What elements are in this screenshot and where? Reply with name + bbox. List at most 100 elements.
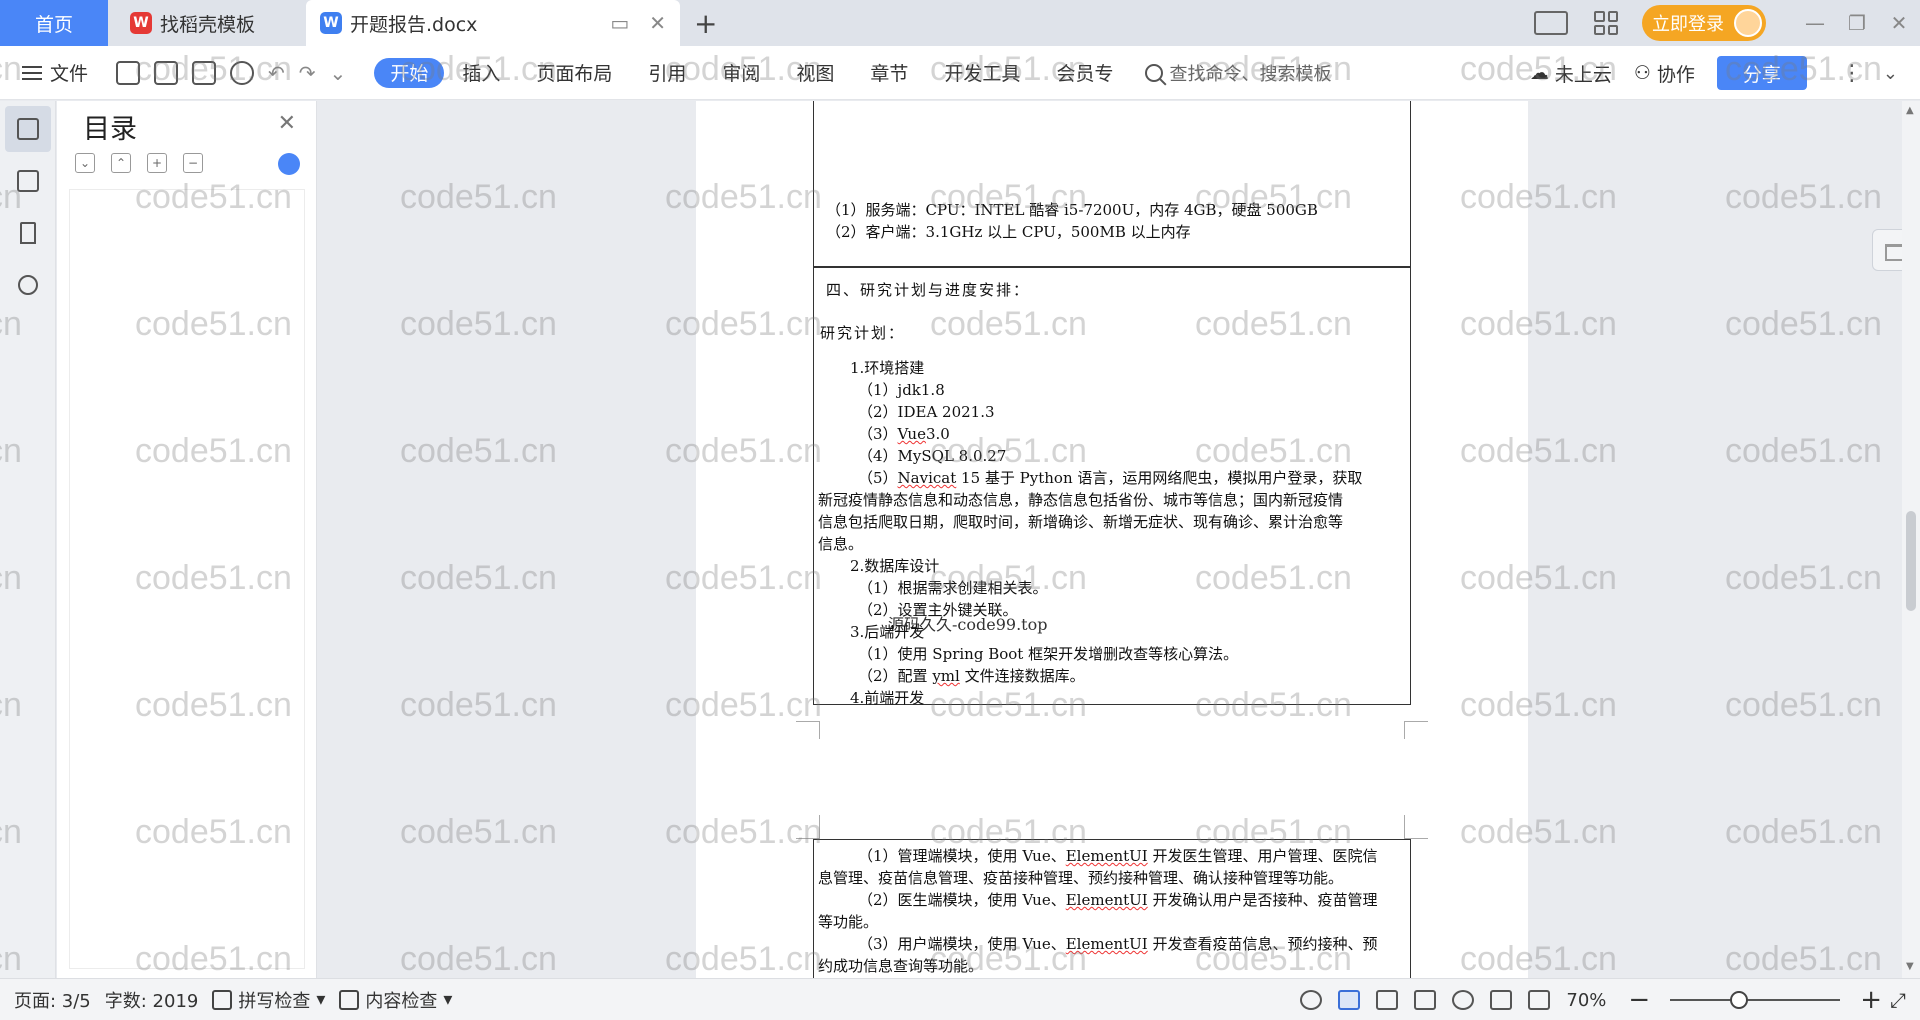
- zoom-out-icon[interactable]: −: [1628, 985, 1650, 1015]
- left-rail: [0, 101, 56, 978]
- tab-view[interactable]: 视图: [778, 58, 852, 88]
- doc-line: （1）jdk1.8: [858, 381, 945, 399]
- content-check-button[interactable]: 内容检查 ▾: [339, 987, 452, 1013]
- outline-icon: [17, 118, 39, 140]
- toc-tools: ⌄ ⌃ + −: [75, 153, 203, 173]
- eye-protect-icon[interactable]: [1300, 990, 1323, 1010]
- outline-view-icon[interactable]: [1376, 990, 1399, 1010]
- search-icon: [18, 275, 38, 295]
- print-preview-icon[interactable]: [230, 60, 255, 85]
- tab-developer[interactable]: 开发工具: [926, 58, 1038, 88]
- spell-check-button[interactable]: 拼写检查 ▾: [212, 987, 325, 1013]
- floating-panel-icon[interactable]: [1872, 229, 1902, 271]
- chevron-down-icon[interactable]: ⌄: [1883, 63, 1898, 84]
- tab-home[interactable]: 首页: [0, 0, 108, 46]
- search-rail-button[interactable]: [5, 262, 51, 308]
- zoom-in-icon[interactable]: +: [1860, 985, 1882, 1015]
- toc-panel: 目录 ✕ ⌄ ⌃ + −: [57, 101, 317, 978]
- toc-list: [69, 189, 305, 969]
- doc-line: 1.环境搭建: [850, 359, 925, 377]
- cloud-icon: ☁: [1529, 62, 1549, 84]
- zoom-slider-knob[interactable]: [1730, 991, 1749, 1009]
- content-check-icon: [339, 989, 360, 1010]
- close-window-icon[interactable]: ✕: [1878, 11, 1920, 35]
- new-tab-button[interactable]: +: [694, 7, 717, 40]
- add-icon[interactable]: +: [147, 153, 167, 173]
- section-heading: 四、研究计划与进度安排：: [826, 281, 1031, 299]
- fit-page-icon[interactable]: [1528, 990, 1551, 1010]
- title-tab-bar: 首页 W 找稻壳模板 W 开题报告.docx ▭ ✕ + 立即登录 — ❐ ✕: [0, 0, 1920, 46]
- login-button[interactable]: 立即登录: [1642, 5, 1766, 41]
- bookmark-icon: [20, 222, 36, 244]
- zoom-slider[interactable]: [1670, 991, 1841, 1009]
- export-pdf-icon[interactable]: [154, 60, 179, 85]
- scroll-thumb[interactable]: [1906, 511, 1916, 611]
- toc-rail-button[interactable]: [5, 106, 51, 152]
- doc-line: （1）服务端：CPU：INTEL 酷睿 i5-7200U，内存 4GB，硬盘 5…: [826, 201, 1318, 219]
- undo-icon[interactable]: ↶: [268, 61, 285, 85]
- ai-assistant-icon[interactable]: [278, 153, 300, 175]
- file-menu[interactable]: 文件: [22, 59, 88, 86]
- avatar: [1734, 9, 1762, 37]
- share-button[interactable]: 分享: [1716, 56, 1807, 90]
- layout-icon[interactable]: [1534, 11, 1568, 35]
- close-tab-icon[interactable]: ✕: [649, 11, 666, 35]
- cloud-status[interactable]: ☁ 未上云: [1530, 60, 1612, 87]
- chevron-down-icon: ▾: [443, 989, 453, 1010]
- navigation-rail-button[interactable]: [5, 158, 51, 204]
- spellcheck-icon: [212, 989, 233, 1010]
- minimize-icon[interactable]: —: [1794, 11, 1836, 35]
- subheading: 研究计划：: [820, 324, 906, 342]
- document-canvas[interactable]: （1）服务端：CPU：INTEL 酷睿 i5-7200U，内存 4GB，硬盘 5…: [318, 101, 1902, 978]
- qat-more-icon[interactable]: ⌄: [330, 61, 347, 85]
- tab-review[interactable]: 审阅: [704, 58, 778, 88]
- expand-icon[interactable]: ⌄: [75, 153, 95, 173]
- restore-icon[interactable]: ❐: [1836, 11, 1878, 35]
- collapse-icon[interactable]: ⌃: [111, 153, 131, 173]
- share-label: 分享: [1742, 63, 1781, 86]
- scroll-down-icon[interactable]: ▼: [1906, 961, 1914, 972]
- word-count[interactable]: 字数: 2019: [105, 987, 199, 1013]
- scroll-up-icon[interactable]: ▲: [1906, 105, 1914, 116]
- tab-member[interactable]: 会员专: [1038, 58, 1131, 88]
- tab-document[interactable]: W 开题报告.docx ▭ ✕: [306, 0, 680, 46]
- fullscreen-icon[interactable]: ⤢: [1890, 988, 1906, 1012]
- save-icon[interactable]: [116, 60, 141, 85]
- document-page: （1）服务端：CPU：INTEL 酷睿 i5-7200U，内存 4GB，硬盘 5…: [696, 101, 1528, 821]
- search-placeholder: 查找命令、搜索模板: [1169, 63, 1332, 85]
- bookmark-rail-button[interactable]: [5, 210, 51, 256]
- write-view-icon[interactable]: [1490, 990, 1513, 1010]
- spell-check-label: 拼写检查: [238, 990, 311, 1012]
- hamburger-icon: [22, 65, 42, 80]
- vertical-scrollbar[interactable]: ▲ ▼: [1902, 101, 1920, 978]
- reading-view-icon[interactable]: [1414, 990, 1437, 1010]
- monitor-icon[interactable]: ▭: [610, 11, 629, 35]
- doc-line: （2）配置 yml 文件连接数据库。: [858, 667, 1085, 685]
- remove-icon[interactable]: −: [183, 153, 203, 173]
- tab-start[interactable]: 开始: [374, 57, 445, 88]
- web-view-icon[interactable]: [1452, 990, 1475, 1010]
- page-view-icon[interactable]: [1338, 990, 1361, 1010]
- tab-template[interactable]: W 找稻壳模板: [112, 0, 302, 46]
- apps-grid-icon[interactable]: [1594, 11, 1618, 35]
- tab-chapter[interactable]: 章节: [852, 58, 926, 88]
- tab-page-layout[interactable]: 页面布局: [518, 58, 630, 88]
- page-indicator[interactable]: 页面: 3/5: [14, 987, 91, 1013]
- redo-icon[interactable]: ↷: [299, 61, 316, 85]
- user-icon: ⚇: [1633, 62, 1651, 84]
- zoom-level[interactable]: 70%: [1566, 990, 1606, 1011]
- tab-insert[interactable]: 插入: [444, 58, 518, 88]
- tab-references[interactable]: 引用: [630, 58, 704, 88]
- collab-button[interactable]: ⚇ 协作: [1634, 60, 1695, 87]
- file-menu-label: 文件: [50, 63, 89, 85]
- doc-line: （1）使用 Spring Boot 框架开发增删改查等核心算法。: [858, 645, 1239, 663]
- doc-line: 新冠疫情静态信息和动态信息，静态信息包括省份、城市等信息；国内新冠疫情: [818, 491, 1344, 509]
- doc-line: 3.后端开发: [850, 623, 925, 641]
- command-search[interactable]: 查找命令、搜索模板: [1145, 60, 1331, 86]
- print-icon[interactable]: [192, 60, 217, 85]
- ribbon-tabs: 开始 插入 页面布局 引用 审阅 视图 章节 开发工具 会员专: [374, 57, 1131, 88]
- toc-title: 目录: [83, 114, 137, 145]
- close-icon[interactable]: ✕: [278, 111, 296, 136]
- ribbon-toolbar: 文件 ↶ ↷ ⌄ 开始 插入 页面布局 引用 审阅 视图 章节 开发工具 会员专…: [0, 46, 1920, 100]
- more-vertical-icon[interactable]: ⋮: [1841, 61, 1863, 86]
